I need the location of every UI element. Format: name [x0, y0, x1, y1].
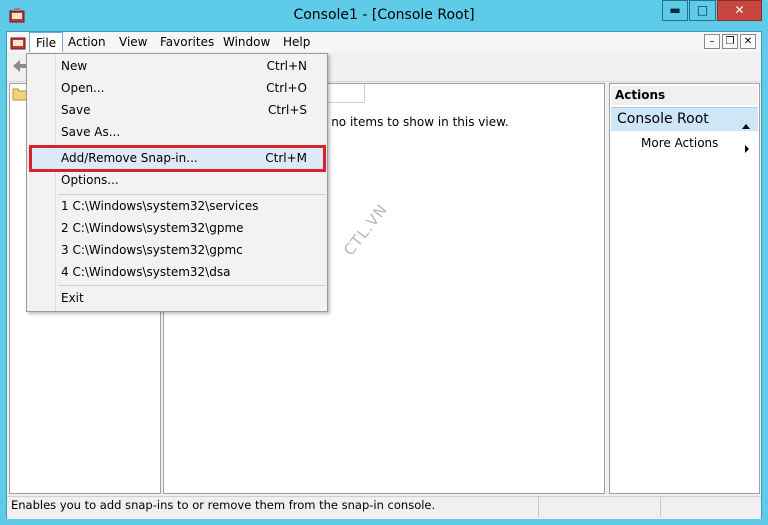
menu-item-save-as[interactable]: Save As...: [27, 121, 327, 143]
more-actions-item[interactable]: More Actions: [641, 136, 718, 150]
menu-item-recent-4[interactable]: 4 C:\Windows\system32\dsa: [27, 261, 327, 283]
console-icon[interactable]: [10, 34, 26, 50]
menu-item-label: New: [61, 59, 88, 73]
mdi-minimize-button[interactable]: –: [704, 34, 720, 49]
window-title: Console1 - [Console Root]: [293, 7, 475, 23]
back-arrow-icon[interactable]: [11, 58, 27, 74]
menu-item-shortcut: Ctrl+S: [267, 103, 307, 117]
menu-item-save[interactable]: Save Ctrl+S: [27, 99, 327, 121]
menu-item-label: Save: [61, 103, 91, 117]
status-divider: [538, 497, 539, 517]
empty-view-message: e no items to show in this view.: [320, 115, 509, 129]
menu-item-recent-2[interactable]: 2 C:\Windows\system32\gpme: [27, 217, 327, 239]
menu-item-label: Save As...: [61, 125, 121, 139]
menu-item-label: Exit: [61, 291, 84, 305]
close-button[interactable]: ✕: [717, 0, 762, 21]
mdi-close-button[interactable]: ✕: [740, 34, 756, 49]
menu-item-shortcut: Ctrl+O: [266, 81, 307, 95]
menu-item-open[interactable]: Open... Ctrl+O: [27, 77, 327, 99]
menu-favorites[interactable]: Favorites: [154, 32, 220, 52]
menu-item-options[interactable]: Options...: [27, 169, 327, 191]
status-text: Enables you to add snap-ins to or remove…: [11, 498, 436, 512]
menu-item-exit[interactable]: Exit: [27, 287, 327, 309]
minimize-button[interactable]: ▬: [662, 0, 688, 21]
actions-section-console-root[interactable]: Console Root: [611, 107, 758, 131]
menu-action[interactable]: Action: [62, 32, 112, 52]
menu-item-label: 4 C:\Windows\system32\dsa: [61, 265, 231, 279]
actions-header: Actions: [611, 86, 758, 105]
menu-item-recent-1[interactable]: 1 C:\Windows\system32\services: [27, 195, 327, 217]
status-divider: [660, 497, 661, 517]
menu-help[interactable]: Help: [277, 32, 316, 52]
maximize-button[interactable]: □: [689, 0, 716, 21]
menu-item-label: Options...: [61, 173, 119, 187]
menu-item-new[interactable]: New Ctrl+N: [27, 55, 327, 77]
menu-window[interactable]: Window: [217, 32, 276, 52]
menu-file[interactable]: File: [29, 32, 64, 52]
highlight-annotation-box: [29, 145, 326, 172]
menu-item-label: Open...: [61, 81, 105, 95]
mdi-restore-button[interactable]: ❐: [722, 34, 738, 49]
menu-separator: [58, 285, 326, 286]
menu-item-label: 2 C:\Windows\system32\gpme: [61, 221, 244, 235]
menu-item-recent-3[interactable]: 3 C:\Windows\system32\gpmc: [27, 239, 327, 261]
menu-item-label: 3 C:\Windows\system32\gpmc: [61, 243, 243, 257]
menu-item-shortcut: Ctrl+N: [266, 59, 307, 73]
collapse-arrow-icon[interactable]: [741, 115, 751, 129]
submenu-arrow-icon: [744, 139, 750, 153]
menu-item-label: 1 C:\Windows\system32\services: [61, 199, 259, 213]
menu-view[interactable]: View: [113, 32, 153, 52]
